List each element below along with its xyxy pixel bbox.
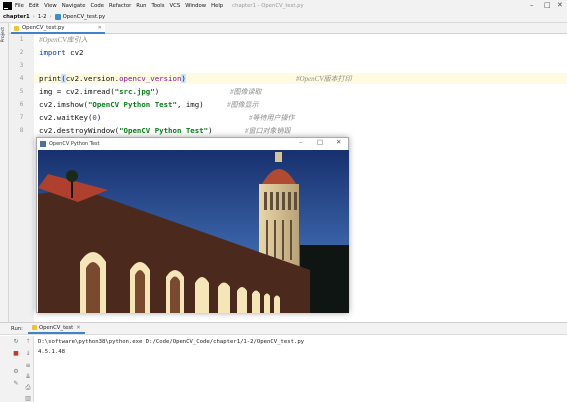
project-tool-strip: Project	[0, 23, 9, 322]
line-number: 6	[19, 101, 24, 108]
line-number: 2	[19, 49, 24, 56]
minimize-icon[interactable]: –	[299, 138, 302, 146]
tab-label: OpenCV_test.py	[22, 25, 65, 31]
stop-icon[interactable]: ■	[12, 350, 20, 357]
code-comment: #OpenCV库引入	[39, 36, 88, 44]
line-number-gutter: 1 2 3 4 5 6 7 8	[9, 34, 34, 322]
scroll-down-icon[interactable]: ↓	[24, 350, 32, 357]
breadcrumb-file[interactable]: OpenCV_test.py	[63, 14, 105, 20]
breadcrumb-separator-icon: ›	[32, 13, 35, 20]
code-line-2[interactable]: import cv2	[39, 48, 84, 58]
soft-wrap-icon[interactable]: ≡	[24, 362, 32, 369]
breadcrumb-folder[interactable]: 1-2	[38, 14, 47, 20]
run-panel-header: Run: OpenCV_test ✕	[0, 323, 567, 335]
menu-edit[interactable]: Edit	[29, 3, 39, 9]
close-window-icon[interactable]: ✕	[336, 138, 341, 146]
code-comment: #窗口对象销毁	[245, 127, 291, 135]
menu-code[interactable]: Code	[90, 3, 104, 9]
code-string: "src.jpg"	[114, 87, 155, 96]
run-toolbar: ↻ ↑ ■ ↓ ≡ ⚙ ⇊ ✎ ⎙ ▥	[0, 336, 34, 402]
menu-bar: File Edit View Navigate Code Refactor Ru…	[0, 0, 567, 11]
line-number: 5	[19, 88, 24, 95]
print-icon[interactable]: ⎙	[24, 384, 32, 391]
code-line-8[interactable]: cv2.destroyWindow("OpenCV Python Test")	[39, 126, 213, 136]
breadcrumb: chapter1 › 1-2 › OpenCV_test.py	[0, 11, 567, 23]
displayed-image	[38, 150, 349, 313]
code-text: cv2	[65, 48, 84, 57]
menu-file[interactable]: File	[15, 3, 24, 9]
code-text: )	[96, 113, 102, 122]
line-number: 4	[19, 75, 24, 82]
maximize-icon[interactable]: □	[317, 138, 323, 146]
code-comment: #等待用户操作	[249, 114, 295, 122]
code-comment: #OpenCV版本打印	[296, 75, 352, 83]
code-text: , img)	[176, 100, 204, 109]
tab-opencv-test[interactable]: OpenCV_test.py ✕	[11, 24, 105, 34]
line-number: 3	[19, 62, 24, 69]
python-file-icon	[31, 325, 37, 330]
line-number: 8	[19, 127, 24, 134]
code-line-1[interactable]: #OpenCV库引入	[39, 35, 88, 45]
code-text: cv2.waitKey(	[39, 113, 93, 122]
rerun-icon[interactable]: ↻	[12, 338, 20, 345]
menu-refactor[interactable]: Refactor	[109, 3, 131, 9]
code-text: cv2.imshow(	[39, 100, 88, 109]
menu-navigate[interactable]: Navigate	[62, 3, 86, 9]
menu-view[interactable]: View	[44, 3, 57, 9]
code-text: )	[154, 87, 160, 96]
close-window-icon[interactable]: ✕	[557, 1, 563, 9]
opencv-image-window[interactable]: OpenCV Python Test – □ ✕	[36, 137, 349, 313]
scroll-up-icon[interactable]: ↑	[24, 338, 32, 345]
menu-run[interactable]: Run	[136, 3, 146, 9]
code-line-5[interactable]: img = cv2.imread("src.jpg")	[39, 87, 159, 97]
code-line-7[interactable]: cv2.waitKey(0)	[39, 113, 101, 123]
run-tab-opencv-test[interactable]: OpenCV_test ✕	[27, 324, 85, 334]
menu-tools[interactable]: Tools	[151, 3, 164, 9]
image-window-title: OpenCV Python Test	[49, 141, 100, 147]
code-bracket: )	[181, 74, 186, 83]
breadcrumb-project[interactable]: chapter1	[3, 14, 30, 20]
close-tab-icon[interactable]: ✕	[98, 25, 102, 31]
run-tool-window: Run: OpenCV_test ✕ ↻ ↑ ■ ↓ ≡ ⚙ ⇊ ✎ ⎙ ▥ D…	[0, 322, 567, 402]
console-line: 4.5.1.48	[38, 349, 65, 355]
delete-icon[interactable]: ▥	[24, 395, 32, 402]
console-line: D:\software\python38\python.exe D:/Code/…	[38, 339, 305, 345]
maximize-icon[interactable]: □	[544, 1, 551, 9]
settings-icon[interactable]: ⚙	[12, 368, 20, 375]
menu-window[interactable]: Window	[185, 3, 206, 9]
run-panel-label: Run:	[11, 325, 23, 332]
code-keyword: import	[39, 48, 66, 57]
python-file-icon	[14, 25, 19, 31]
code-text: cv2.destroyWindow(	[39, 126, 120, 135]
menu-help[interactable]: Help	[211, 3, 223, 9]
code-line-6[interactable]: cv2.imshow("OpenCV Python Test", img)	[39, 100, 204, 110]
scroll-to-end-icon[interactable]: ⇊	[24, 373, 32, 380]
pycharm-logo-icon	[3, 1, 12, 10]
code-comment: #图像读取	[230, 88, 262, 96]
code-attribute: opencv_version	[119, 74, 182, 83]
code-text: print	[39, 74, 62, 83]
breadcrumb-separator-icon: ›	[49, 13, 52, 20]
python-file-icon	[54, 13, 61, 20]
project-tool-button[interactable]: Project	[1, 27, 6, 42]
code-text: img = cv2.imread(	[39, 87, 115, 96]
opencv-window-icon	[40, 141, 46, 147]
minimize-icon[interactable]: –	[530, 1, 534, 9]
line-number: 1	[19, 36, 24, 43]
code-text: cv2.version.	[65, 74, 120, 83]
editor-tab-bar: OpenCV_test.py ✕	[9, 23, 567, 34]
line-number: 7	[19, 114, 24, 121]
window-title: chapter1 - OpenCV_test.py	[232, 2, 304, 9]
code-text: )	[208, 126, 213, 135]
code-string: "OpenCV Python Test"	[87, 100, 177, 109]
menu-vcs[interactable]: VCS	[170, 3, 181, 9]
close-tab-icon[interactable]: ✕	[76, 325, 80, 331]
code-comment: #图像显示	[227, 101, 259, 109]
code-string: "OpenCV Python Test"	[119, 126, 209, 135]
code-line-4[interactable]: print(cv2.version.opencv_version)	[39, 74, 186, 84]
run-tab-label: OpenCV_test	[38, 324, 74, 331]
pin-tab-icon[interactable]: ✎	[12, 380, 20, 387]
